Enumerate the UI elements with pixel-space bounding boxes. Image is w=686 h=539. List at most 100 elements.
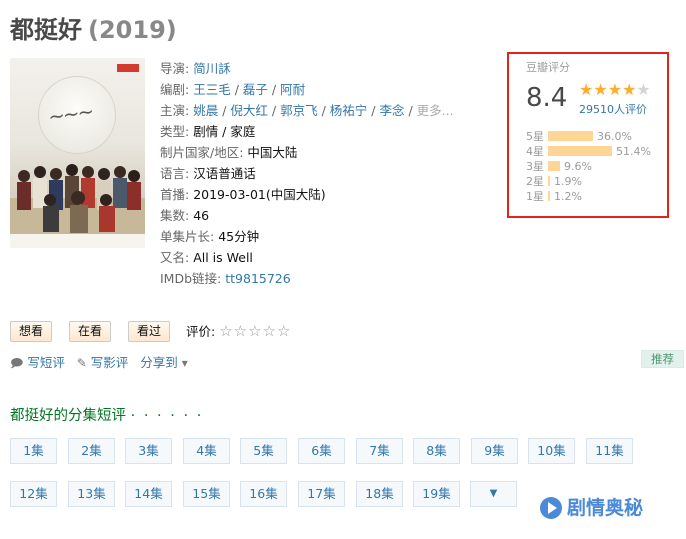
episode-button[interactable]: 18集 xyxy=(356,481,403,507)
want-button[interactable]: 想看 xyxy=(10,321,53,342)
write-short-review-link[interactable]: 写短评 xyxy=(27,355,65,370)
chevron-down-icon[interactable]: ▾ xyxy=(182,356,188,370)
episode-button[interactable]: 8集 xyxy=(413,438,460,464)
heading-dots: · · · · · · xyxy=(130,408,204,424)
rating-dist-percent: 36.0% xyxy=(597,130,632,143)
director-label: 导演: xyxy=(160,61,190,76)
episode-button[interactable]: 4集 xyxy=(183,438,230,464)
director-link[interactable]: 简川訸 xyxy=(193,61,231,76)
rating-votes-link[interactable]: 29510人评价 xyxy=(579,101,647,117)
write-review-link[interactable]: 写影评 xyxy=(91,355,129,370)
writer-label: 编剧: xyxy=(160,82,190,97)
cast-link[interactable]: 姚晨 xyxy=(193,103,218,118)
episode-button[interactable]: 7集 xyxy=(356,438,403,464)
rating-dist-row: 1星 1.2% xyxy=(526,189,651,204)
imdb-link[interactable]: tt9815726 xyxy=(225,271,290,286)
runtime-value: 45分钟 xyxy=(218,229,260,244)
episode-button[interactable]: 16集 xyxy=(240,481,287,507)
aka-value: All is Well xyxy=(193,250,253,265)
star-filled-icon: ★ xyxy=(622,80,637,99)
poster-cast-group xyxy=(10,164,145,234)
episode-button[interactable]: 5集 xyxy=(240,438,287,464)
star-filled-icon: ★ xyxy=(579,80,594,99)
episode-button[interactable]: 11集 xyxy=(586,438,633,464)
rating-dist-row: 3星 9.6% xyxy=(526,159,651,174)
watching-button[interactable]: 在看 xyxy=(69,321,112,342)
country-value: 中国大陆 xyxy=(247,145,298,160)
rating-dist-percent: 1.9% xyxy=(554,175,582,188)
info-country: 制片国家/地区: 中国大陆 xyxy=(160,142,454,163)
rating-label: 豆瓣评分 xyxy=(526,61,570,74)
episode-button[interactable]: 3集 xyxy=(125,438,172,464)
recommend-button[interactable]: 推荐 xyxy=(641,350,684,368)
episode-button[interactable]: 14集 xyxy=(125,481,172,507)
rating-dist-label: 4星 xyxy=(526,145,544,158)
rating-dist-label: 3星 xyxy=(526,160,544,173)
info-cast: 主演: 姚晨 / 倪大红 / 郭京飞 / 杨祐宁 / 李念 / 更多... xyxy=(160,100,454,121)
poster-footer-logos xyxy=(10,234,145,248)
cast-more-link[interactable]: 更多... xyxy=(417,103,454,118)
page-title: 都挺好 (2019) xyxy=(10,10,177,45)
pencil-icon: ✎ xyxy=(76,356,87,370)
info-runtime: 单集片长: 45分钟 xyxy=(160,226,454,247)
star-filled-icon: ★ xyxy=(607,80,623,99)
rating-dist-bar xyxy=(548,176,550,186)
language-value: 汉语普通话 xyxy=(193,166,256,181)
episodes-label: 集数: xyxy=(160,208,190,223)
play-icon xyxy=(540,497,562,519)
separator: / xyxy=(218,103,231,118)
rating-dist-row: 2星 1.9% xyxy=(526,174,651,189)
separator: / xyxy=(230,82,243,97)
tools-bar: 🗩 写短评 ✎ 写影评 分享到 ▾ xyxy=(10,355,188,371)
rating-dist-label: 1星 xyxy=(526,190,544,203)
triangle-down-icon: ▼ xyxy=(489,488,498,499)
cast-link[interactable]: 杨祐宁 xyxy=(330,103,368,118)
separator: / xyxy=(267,103,281,118)
rating-distribution: 5星 36.0% 4星 51.4% 3星 9.6% 2星 1.9% 1星 1.2% xyxy=(526,129,651,204)
info-aka: 又名: All is Well xyxy=(160,247,454,268)
rating-dist-label: 5星 xyxy=(526,130,544,143)
writer-link[interactable]: 王三毛 xyxy=(193,82,231,97)
watched-button[interactable]: 看过 xyxy=(128,321,171,342)
rating-dist-percent: 51.4% xyxy=(616,145,651,158)
share-link[interactable]: 分享到 xyxy=(140,355,178,370)
poster-image[interactable]: ~~~ xyxy=(10,58,145,248)
imdb-label: IMDb链接: xyxy=(160,271,222,286)
rating-dist-label: 2星 xyxy=(526,175,544,188)
rating-dist-bar xyxy=(548,131,593,141)
separator: / xyxy=(317,103,330,118)
rating-dist-percent: 9.6% xyxy=(564,160,592,173)
episode-button[interactable]: 15集 xyxy=(183,481,230,507)
episode-button[interactable]: 17集 xyxy=(298,481,345,507)
title-year: (2019) xyxy=(88,16,177,44)
channel-logo xyxy=(117,64,139,72)
info-episodes: 集数: 46 xyxy=(160,205,454,226)
title-text: 都挺好 xyxy=(10,16,82,44)
episodes-heading-text: 都挺好的分集短评 xyxy=(10,408,126,424)
writer-link[interactable]: 磊子 xyxy=(243,82,268,97)
comment-icon: 🗩 xyxy=(10,356,24,370)
episode-button[interactable]: 10集 xyxy=(528,438,575,464)
episode-button[interactable]: 2集 xyxy=(68,438,115,464)
episode-button[interactable]: 6集 xyxy=(298,438,345,464)
rating-dist-bar xyxy=(548,146,612,156)
rating-dist-bar xyxy=(548,191,550,201)
genre-value: 剧情 / 家庭 xyxy=(193,124,256,139)
info-premiere: 首播: 2019-03-01(中国大陆) xyxy=(160,184,454,205)
episode-button[interactable]: 1集 xyxy=(10,438,57,464)
cast-link[interactable]: 李念 xyxy=(379,103,404,118)
cast-link[interactable]: 郭京飞 xyxy=(280,103,318,118)
episode-button[interactable]: 9集 xyxy=(471,438,518,464)
info-writers: 编剧: 王三毛 / 磊子 / 阿耐 xyxy=(160,79,454,100)
info-language: 语言: 汉语普通话 xyxy=(160,163,454,184)
writer-link[interactable]: 阿耐 xyxy=(280,82,305,97)
rating-dist-row: 5星 36.0% xyxy=(526,129,651,144)
my-rating-stars[interactable]: ☆☆☆☆☆ xyxy=(219,322,291,340)
episode-button[interactable]: 13集 xyxy=(68,481,115,507)
episode-button[interactable]: 12集 xyxy=(10,481,57,507)
star-filled-icon: ★ xyxy=(593,80,608,99)
episode-button[interactable]: 19集 xyxy=(413,481,460,507)
episodes-more-button[interactable]: ▼ xyxy=(470,481,517,507)
my-rating-label: 评价: xyxy=(186,324,216,339)
cast-link[interactable]: 倪大红 xyxy=(230,103,268,118)
